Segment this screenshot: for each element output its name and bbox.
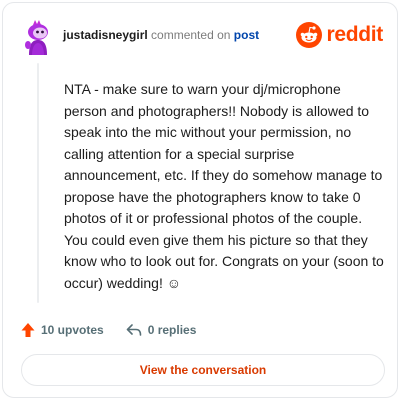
upvote-button[interactable]: 10 upvotes <box>21 322 104 338</box>
byline: justadisneygirl commented on post <box>63 28 259 42</box>
upvote-count: 10 upvotes <box>41 323 104 337</box>
reply-arrow-icon <box>126 324 142 336</box>
thread-line <box>37 63 39 303</box>
comment-text: NTA - make sure to warn your dj/micropho… <box>64 81 384 291</box>
username-link[interactable]: justadisneygirl <box>63 28 148 42</box>
avatar[interactable] <box>21 19 53 55</box>
comment-actions: 10 upvotes 0 replies <box>21 319 218 341</box>
reddit-wordmark: reddit <box>326 23 383 46</box>
snoo-avatar-icon <box>25 20 48 55</box>
reddit-brand[interactable]: reddit <box>296 21 383 49</box>
reply-count: 0 replies <box>147 323 197 337</box>
reddit-logo-icon <box>296 22 323 48</box>
reply-button[interactable]: 0 replies <box>126 323 197 337</box>
view-conversation-button[interactable]: View the conversation <box>21 354 385 386</box>
comment-header: justadisneygirl commented on post reddit <box>21 19 383 59</box>
upvote-arrow-icon <box>21 323 35 337</box>
comment-card: justadisneygirl commented on post reddit… <box>2 2 398 398</box>
byline-verb: commented on <box>151 28 231 42</box>
post-link[interactable]: post <box>234 28 259 42</box>
